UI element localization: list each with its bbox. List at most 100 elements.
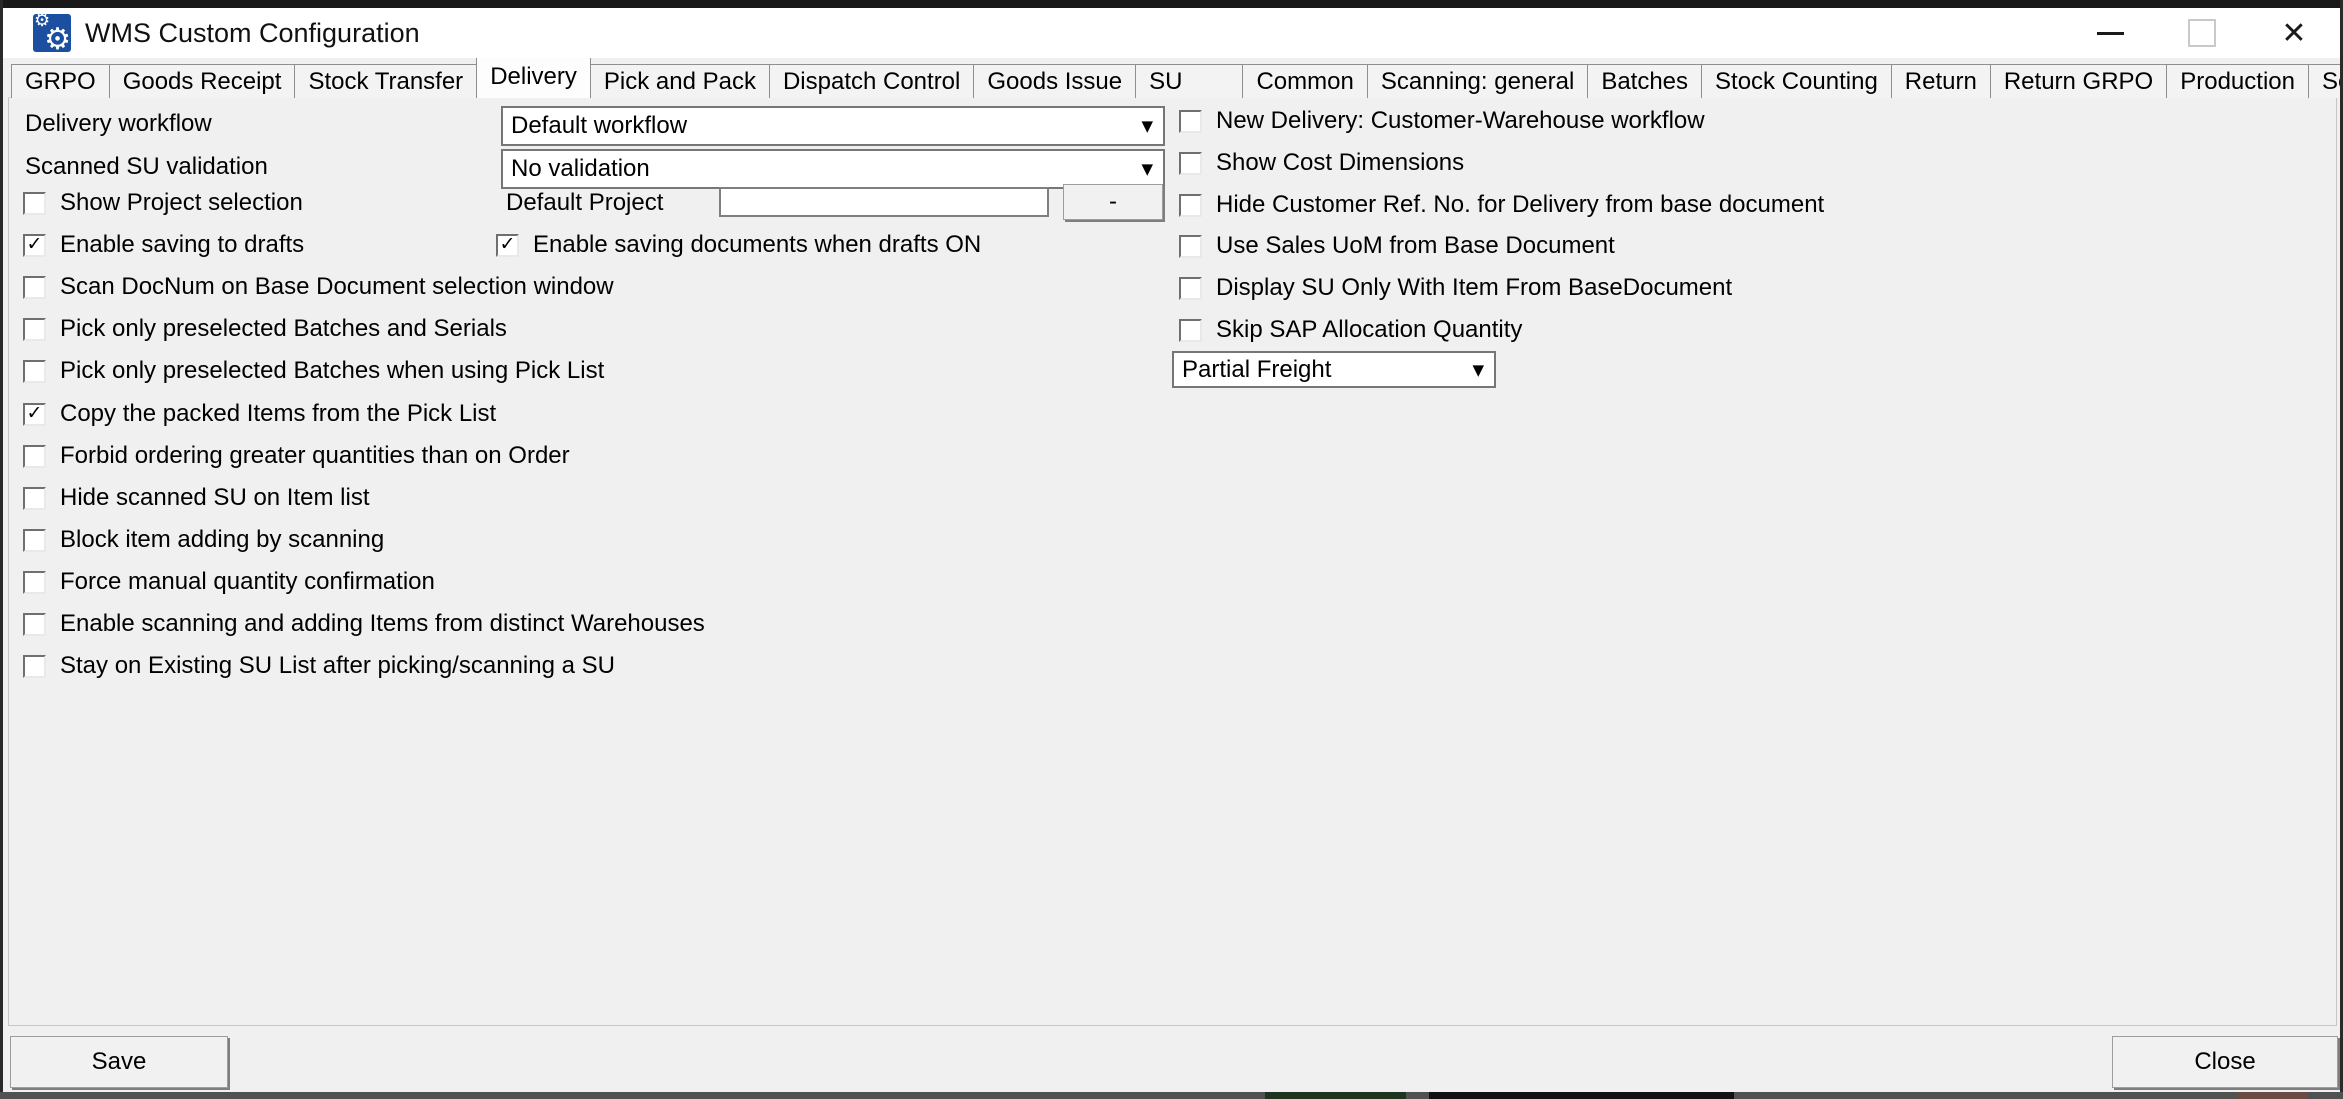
window-left-edge [0,0,3,1099]
new-delivery-customer-warehouse-workflow-checkbox[interactable]: ✓ [1179,110,1202,133]
dropdown-value: Partial Freight [1182,356,1331,384]
hide-scanned-su-on-item-list-checkbox[interactable]: ✓ [23,487,46,510]
checkmark-icon: ✓ [27,404,43,423]
tab-dispatch-control[interactable]: Dispatch Control [770,64,974,98]
default-project-input[interactable] [719,187,1049,217]
pick-only-preselected-batches-when-using-pick-list-checkbox[interactable]: ✓ [23,360,46,383]
checkbox-label: Use Sales UoM from Base Document [1216,232,1615,260]
tab-strip: GRPOGoods ReceiptStock TransferDeliveryP… [11,58,2340,98]
title-bar: ⚙ ⚙ WMS Custom Configuration ✕ [3,8,2340,58]
checkbox-row: ✓ Show Project selection [23,182,303,224]
enable-saving-to-drafts-checkbox[interactable]: ✓ [23,234,46,257]
checkbox-label: New Delivery: Customer-Warehouse workflo… [1216,107,1705,135]
chevron-down-icon: ▼ [1141,160,1153,178]
display-su-only-with-item-from-basedocument-checkbox[interactable]: ✓ [1179,277,1202,300]
tab-goods-issue[interactable]: Goods Issue [974,64,1136,98]
window-bottom-edge [0,1092,2343,1099]
tab-serialization[interactable]: Serialization [2309,64,2343,98]
maximize-button[interactable] [2156,8,2248,58]
checkbox-row: ✓ Skip SAP Allocation Quantity [1179,309,1522,351]
checkbox-row: ✓ Enable saving to drafts [23,224,304,266]
checkbox-row: ✓Stay on Existing SU List after picking/… [23,645,615,687]
gear-icon: ⚙ [44,25,71,55]
scan-docnum-on-base-document-selection-window-checkbox[interactable]: ✓ [23,276,46,299]
scanned-su-validation-label: Scanned SU validation [25,149,268,185]
checkbox-row: ✓Hide Customer Ref. No. for Delivery fro… [1179,184,1824,226]
checkbox-row: ✓ Display SU Only With Item From BaseDocu… [1179,267,1732,309]
checkbox-label: Enable saving to drafts [60,231,304,259]
force-manual-quantity-confirmation-checkbox[interactable]: ✓ [23,571,46,594]
pick-only-preselected-batches-and-serials-checkbox[interactable]: ✓ [23,318,46,341]
checkbox-label: Show Cost Dimensions [1216,149,1464,177]
window-title: WMS Custom Configuration [85,18,420,49]
checkbox-label: Show Project selection [60,189,303,217]
checkbox-label: Block item adding by scanning [60,526,384,554]
tab-su[interactable]: SU [1136,64,1243,98]
show-project-selection-checkbox[interactable]: ✓ [23,192,46,215]
show-cost-dimensions-checkbox[interactable]: ✓ [1179,152,1202,175]
default-project-clear-button[interactable]: - [1063,184,1163,220]
tab-stock-counting[interactable]: Stock Counting [1702,64,1892,98]
tab-goods-receipt[interactable]: Goods Receipt [110,64,296,98]
checkbox-row: ✓ Hide scanned SU on Item list [23,477,369,519]
tab-grpo[interactable]: GRPO [11,64,110,98]
checkbox-row: ✓Force manual quantity confirmation [23,561,435,603]
tab-production[interactable]: Production [2167,64,2309,98]
hide-customer-ref-no-for-delivery-from-base-document-checkbox[interactable]: ✓ [1179,194,1202,217]
checkbox-row: ✓ Enable saving documents when drafts ON [496,224,981,266]
checkbox-label: Display SU Only With Item From BaseDocum… [1216,274,1732,302]
delivery-tab-page: Delivery workflow Default workflow ▼ Sca… [8,97,2337,1026]
block-item-adding-by-scanning-checkbox[interactable]: ✓ [23,529,46,552]
tab-return-grpo[interactable]: Return GRPO [1991,64,2167,98]
close-window-button[interactable]: ✕ [2248,8,2340,58]
close-button[interactable]: Close [2112,1036,2338,1088]
checkbox-row: ✓ Show Cost Dimensions [1179,142,1464,184]
checkbox-label: Forbid ordering greater quantities than … [60,442,570,470]
checkbox-label: Scan DocNum on Base Document selection w… [60,273,614,301]
checkbox-row: ✓ Enable scanning and adding Items from d… [23,603,705,645]
checkbox-row: ✓ Pick only preselected Batches and Seria… [23,308,507,350]
checkmark-icon: ✓ [500,235,516,254]
copy-the-packed-items-from-the-pick-list-checkbox[interactable]: ✓ [23,403,46,426]
checkbox-label: Pick only preselected Batches when using… [60,357,604,385]
tab-stock-transfer[interactable]: Stock Transfer [295,64,477,98]
checkbox-row: ✓ Block item adding by scanning [23,519,384,561]
close-icon: ✕ [2281,16,2306,51]
tab-pick-and-pack[interactable]: Pick and Pack [591,64,770,98]
checkbox-label: Copy the packed Items from the Pick List [60,400,496,428]
tab-scanning-general[interactable]: Scanning: general [1368,64,1588,98]
skip-sap-allocation-quantity-checkbox[interactable]: ✓ [1179,319,1202,342]
checkbox-label: Pick only preselected Batches and Serial… [60,315,507,343]
minimize-icon [2097,32,2124,35]
use-sales-uom-from-base-document-checkbox[interactable]: ✓ [1179,235,1202,258]
stay-on-existing-su-list-after-picking-scanning-a-su-checkbox[interactable]: ✓ [23,655,46,678]
save-button[interactable]: Save [10,1036,228,1088]
chevron-down-icon: ▼ [1472,361,1484,379]
checkbox-label: Enable scanning and adding Items from di… [60,610,705,638]
enable-scanning-and-adding-items-from-distinct-warehouses-checkbox[interactable]: ✓ [23,613,46,636]
dropdown-value: Default workflow [511,112,687,140]
checkbox-row: ✓ Pick only preselected Batches when usin… [23,350,604,392]
checkbox-label: Hide scanned SU on Item list [60,484,369,512]
checkbox-row: ✓ New Delivery: Customer-Warehouse workfl… [1179,100,1705,142]
delivery-workflow-dropdown[interactable]: Default workflow ▼ [501,106,1165,146]
checkbox-row: ✓ Copy the packed Items from the Pick Lis… [23,393,496,435]
tab-delivery[interactable]: Delivery [476,56,591,98]
minimize-button[interactable] [2064,8,2156,58]
tab-batches[interactable]: Batches [1588,64,1702,98]
enable-saving-documents-checkbox[interactable]: ✓ [496,234,519,257]
maximize-icon [2188,19,2216,47]
checkbox-label: Skip SAP Allocation Quantity [1216,316,1522,344]
forbid-ordering-greater-quantities-than-on-order-checkbox[interactable]: ✓ [23,445,46,468]
tab-return[interactable]: Return [1892,64,1991,98]
partial-freight-dropdown[interactable]: Partial Freight ▼ [1172,351,1496,388]
checkbox-label: Enable saving documents when drafts ON [533,231,981,259]
window-top-edge [0,0,2343,8]
tab-common[interactable]: Common [1243,64,1367,98]
dropdown-value: No validation [511,155,650,183]
wms-config-window: ⚙ ⚙ WMS Custom Configuration ✕ GRPOGoods… [0,0,2343,1099]
checkmark-icon: ✓ [27,235,43,254]
default-project-label: Default Project [506,182,663,224]
checkbox-row: ✓ Scan DocNum on Base Document selection … [23,266,614,308]
checkbox-row: ✓ Forbid ordering greater quantities than… [23,435,570,477]
